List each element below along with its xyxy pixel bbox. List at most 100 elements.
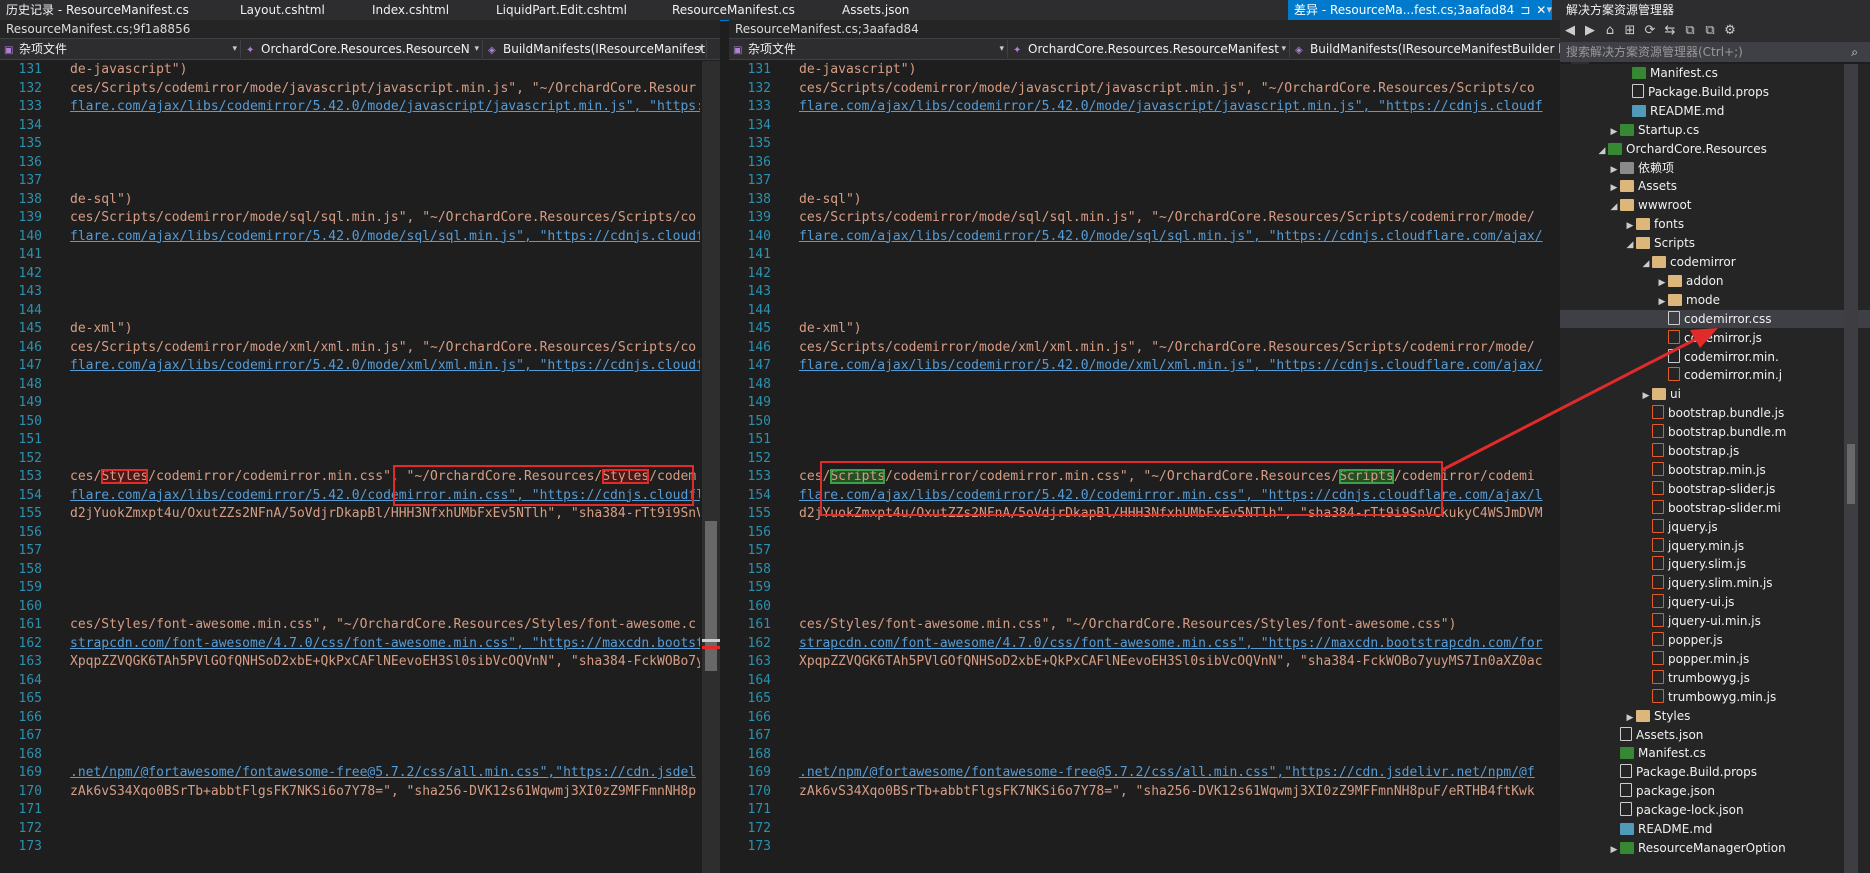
right-code-editor[interactable]: 131 de-javascript") 132 ces/Scripts/codemir…	[729, 61, 1569, 873]
code-line[interactable]: 160	[0, 598, 700, 616]
code-line[interactable]: 158	[729, 561, 1569, 579]
tree-item[interactable]: ▶ 依赖项	[1560, 159, 1870, 177]
code-line[interactable]: 140 flare.com/ajax/libs/codemirror/5.42.0…	[0, 228, 700, 246]
code-line[interactable]: 137	[729, 172, 1569, 190]
code-line[interactable]: 154 flare.com/ajax/libs/codemirror/5.42.0…	[0, 487, 700, 505]
left-project-dropdown[interactable]: ▣ 杂项文件 ▾	[0, 40, 241, 58]
tree-item[interactable]: trumbowyg.js	[1560, 669, 1870, 687]
expand-toggle-icon[interactable]: ▶	[1656, 293, 1668, 311]
code-line[interactable]: 131 de-javascript")	[729, 61, 1569, 79]
code-line[interactable]: 148	[0, 376, 700, 394]
code-line[interactable]: 161 ces/Styles/font-awesome.min.css", "~/…	[729, 616, 1569, 634]
tree-item[interactable]: bootstrap.bundle.js	[1560, 404, 1870, 422]
code-line[interactable]: 132 ces/Scripts/codemirror/mode/javascrip…	[0, 80, 700, 98]
code-line[interactable]: 163 XpqpZZVQGK6TAh5PVlGOfQNHSoD2xbE+QkPxC…	[0, 653, 700, 671]
code-line[interactable]: 156	[729, 524, 1569, 542]
code-line[interactable]: 147 flare.com/ajax/libs/codemirror/5.42.0…	[0, 357, 700, 375]
code-line[interactable]: 150	[0, 413, 700, 431]
expand-toggle-icon[interactable]: ◢	[1596, 142, 1608, 160]
code-line[interactable]: 149	[0, 394, 700, 412]
solution-explorer-scroll-thumb[interactable]	[1847, 444, 1855, 504]
code-line[interactable]: 139 ces/Scripts/codemirror/mode/sql/sql.m…	[729, 209, 1569, 227]
code-line[interactable]: 151	[0, 431, 700, 449]
tab-liquidpart-edit[interactable]: LiquidPart.Edit.cshtml	[496, 0, 627, 20]
tree-item[interactable]: bootstrap-slider.js	[1560, 480, 1870, 498]
code-line[interactable]: 171	[729, 801, 1569, 819]
tree-item[interactable]: ◢ codemirror	[1560, 253, 1870, 271]
code-line[interactable]: 142	[0, 265, 700, 283]
tree-item[interactable]: ▶ mode	[1560, 291, 1870, 309]
code-line[interactable]: 149	[729, 394, 1569, 412]
tree-item[interactable]: ▶ Startup.cs	[1560, 121, 1870, 139]
code-line[interactable]: 141	[0, 246, 700, 264]
tree-item[interactable]: trumbowyg.min.js	[1560, 688, 1870, 706]
code-line[interactable]: 135	[0, 135, 700, 153]
code-line[interactable]: 170 zAk6vS34Xqo0BSrTb+abbtFlgsFK7NKSi6o7Y…	[0, 783, 700, 801]
tab-assets-json[interactable]: Assets.json	[842, 0, 909, 20]
code-line[interactable]: 152	[729, 450, 1569, 468]
tree-item[interactable]: README.md	[1560, 820, 1870, 838]
code-line[interactable]: 171	[0, 801, 700, 819]
tree-item[interactable]: codemirror.min.j	[1560, 366, 1870, 384]
sync-icon[interactable]: ⇆	[1660, 20, 1680, 42]
code-line[interactable]: 146 ces/Scripts/codemirror/mode/xml/xml.m…	[0, 339, 700, 357]
code-line[interactable]: 167	[0, 727, 700, 745]
tree-item[interactable]: jquery.min.js	[1560, 537, 1870, 555]
tree-item[interactable]: jquery.slim.min.js	[1560, 574, 1870, 592]
tree-item[interactable]: package.json	[1560, 782, 1870, 800]
code-line[interactable]: 166	[0, 709, 700, 727]
code-line[interactable]: 155 d2jYuokZmxpt4u/OxutZZs2NFnA/5oVdjrDka…	[0, 505, 700, 523]
tree-item[interactable]: Assets.json	[1560, 726, 1870, 744]
code-line[interactable]: 152	[0, 450, 700, 468]
code-line[interactable]: 165	[0, 690, 700, 708]
expand-toggle-icon[interactable]: ▶	[1608, 841, 1620, 859]
code-line[interactable]: 141	[729, 246, 1569, 264]
tree-item[interactable]: codemirror.min.	[1560, 348, 1870, 366]
tree-item[interactable]: ▶ Assets	[1560, 177, 1870, 195]
tree-item[interactable]: codemirror.css	[1560, 309, 1870, 328]
tree-item[interactable]: jquery.js	[1560, 518, 1870, 536]
code-line[interactable]: 158	[0, 561, 700, 579]
tab-layout-cshtml[interactable]: Layout.cshtml	[240, 0, 325, 20]
right-member-dropdown[interactable]: ◈ BuildManifests(IResourceManifestBuilder…	[1291, 40, 1572, 58]
expand-toggle-icon[interactable]: ▶	[1640, 387, 1652, 405]
tree-item[interactable]: Manifest.cs	[1560, 64, 1870, 82]
expand-toggle-icon[interactable]: ▶	[1608, 123, 1620, 141]
code-line[interactable]: 165	[729, 690, 1569, 708]
code-line[interactable]: 143	[729, 283, 1569, 301]
code-line[interactable]: 133 flare.com/ajax/libs/codemirror/5.42.0…	[0, 98, 700, 116]
tree-item[interactable]: bootstrap.min.js	[1560, 461, 1870, 479]
tree-item[interactable]: ▶ addon	[1560, 272, 1870, 290]
expand-toggle-icon[interactable]: ◢	[1608, 198, 1620, 216]
tree-item[interactable]: jquery.slim.js	[1560, 555, 1870, 573]
tree-item[interactable]: ◢ wwwroot	[1560, 196, 1870, 214]
tree-item[interactable]: ◢ OrchardCore.Resources	[1560, 140, 1870, 158]
tree-item[interactable]: bootstrap.bundle.m	[1560, 423, 1870, 441]
forward-icon[interactable]: ▶	[1580, 20, 1600, 42]
code-line[interactable]: 173	[0, 838, 700, 856]
tab-diff-active[interactable]: 差异 - ResourceMa...fest.cs;3aafad84 ⊐ ✕	[1288, 0, 1553, 20]
tree-item[interactable]: package-lock.json	[1560, 801, 1870, 819]
left-code-editor[interactable]: 131 de-javascript") 132 ces/Scripts/codemir…	[0, 61, 700, 873]
code-line[interactable]: 133 flare.com/ajax/libs/codemirror/5.42.0…	[729, 98, 1569, 116]
left-member-dropdown[interactable]: ◈ BuildManifests(IResourceManifestB ▾	[484, 40, 707, 58]
expand-toggle-icon[interactable]: ▶	[1656, 274, 1668, 292]
code-line[interactable]: 164	[729, 672, 1569, 690]
code-line[interactable]: 137	[0, 172, 700, 190]
code-line[interactable]: 144	[0, 302, 700, 320]
expand-toggle-icon[interactable]: ◢	[1624, 236, 1636, 254]
tree-item[interactable]: bootstrap.js	[1560, 442, 1870, 460]
solution-explorer-scrollbar[interactable]	[1844, 64, 1858, 873]
tree-item[interactable]: codemirror.js	[1560, 329, 1870, 347]
tree-item[interactable]: ▶ ResourceManagerOption	[1560, 839, 1870, 857]
code-line[interactable]: 147 flare.com/ajax/libs/codemirror/5.42.0…	[729, 357, 1569, 375]
tree-item[interactable]: ▶ Styles	[1560, 707, 1870, 725]
solution-explorer-search-input[interactable]: 搜索解决方案资源管理器(Ctrl+;) ⌕	[1560, 42, 1870, 62]
code-line[interactable]: 161 ces/Styles/font-awesome.min.css", "~/…	[0, 616, 700, 634]
code-line[interactable]: 163 XpqpZZVQGK6TAh5PVlGOfQNHSoD2xbE+QkPxC…	[729, 653, 1569, 671]
tree-item[interactable]: Package.Build.props	[1560, 763, 1870, 781]
expand-toggle-icon[interactable]: ▶	[1608, 179, 1620, 197]
code-line[interactable]: 142	[729, 265, 1569, 283]
code-line[interactable]: 132 ces/Scripts/codemirror/mode/javascrip…	[729, 80, 1569, 98]
code-line[interactable]: 170 zAk6vS34Xqo0BSrTb+abbtFlgsFK7NKSi6o7Y…	[729, 783, 1569, 801]
